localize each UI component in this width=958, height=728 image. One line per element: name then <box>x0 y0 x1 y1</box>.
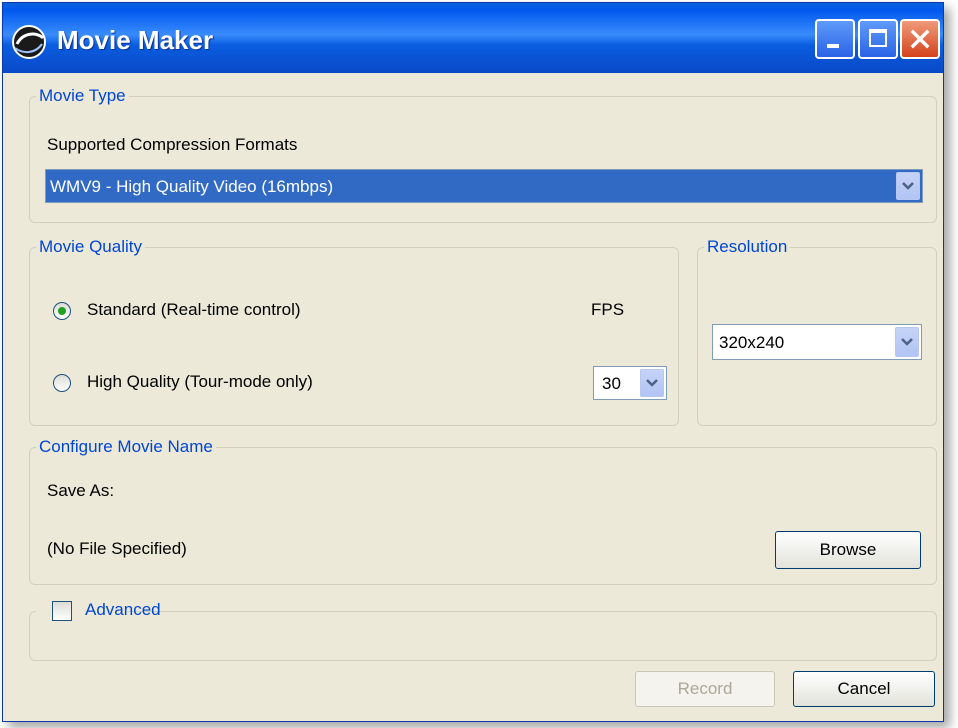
record-button[interactable]: Record <box>635 671 775 707</box>
radio-selected-dot <box>58 307 66 315</box>
compression-format-dropdown-button[interactable] <box>896 172 920 200</box>
movie-type-legend: Movie Type <box>39 86 126 105</box>
resolution-value: 320x240 <box>719 333 785 352</box>
maximize-icon <box>869 29 887 47</box>
chevron-down-icon <box>902 182 914 190</box>
compression-formats-label: Supported Compression Formats <box>47 135 298 154</box>
dialog-body: Movie Type Supported Compression Formats… <box>11 76 937 716</box>
standard-quality-label: Standard (Real-time control) <box>87 300 301 319</box>
movie-name-legend: Configure Movie Name <box>39 437 213 456</box>
close-icon <box>910 29 930 49</box>
chevron-down-icon <box>646 379 658 387</box>
fps-dropdown-button[interactable] <box>640 369 664 397</box>
fps-select[interactable]: 30 <box>593 366 667 400</box>
resolution-dropdown-button[interactable] <box>895 327 919 357</box>
minimize-button[interactable] <box>815 19 855 59</box>
movie-maker-window: Movie Maker Movie Type Supported Compres… <box>2 2 944 722</box>
movie-maker-icon <box>12 25 46 59</box>
high-quality-radio[interactable] <box>53 374 71 392</box>
advanced-group <box>29 601 937 661</box>
advanced-label: Advanced <box>85 600 161 619</box>
close-button[interactable] <box>900 19 940 59</box>
fps-label: FPS <box>591 300 625 319</box>
advanced-checkbox[interactable] <box>52 601 72 621</box>
movie-quality-legend: Movie Quality <box>39 237 142 256</box>
compression-format-value: WMV9 - High Quality Video (16mbps) <box>50 177 334 196</box>
compression-format-select[interactable]: WMV9 - High Quality Video (16mbps) <box>45 169 923 203</box>
title-bar[interactable]: Movie Maker <box>3 3 943 73</box>
minimize-icon <box>827 44 839 48</box>
fps-value: 30 <box>602 374 621 393</box>
standard-quality-radio[interactable] <box>53 302 71 320</box>
movie-quality-group: Movie Quality <box>29 237 679 426</box>
maximize-button[interactable] <box>858 19 898 59</box>
cancel-button[interactable]: Cancel <box>793 671 935 707</box>
save-as-label: Save As: <box>47 481 115 500</box>
window-title: Movie Maker <box>57 25 214 55</box>
high-quality-label: High Quality (Tour-mode only) <box>87 372 313 391</box>
file-path-value: (No File Specified) <box>47 539 187 558</box>
chevron-down-icon <box>901 338 913 346</box>
resolution-legend: Resolution <box>707 237 788 256</box>
browse-button[interactable]: Browse <box>775 531 921 569</box>
resolution-select[interactable]: 320x240 <box>712 324 922 360</box>
